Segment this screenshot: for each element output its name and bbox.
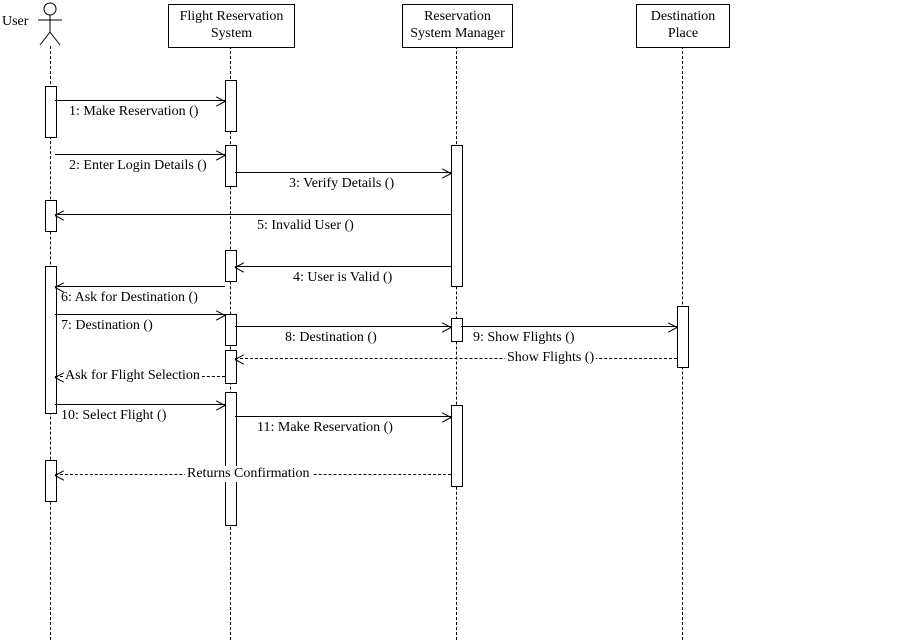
msg-6-label: 6: Ask for Destination () [59, 290, 200, 306]
msg-return-confirmation-label: Returns Confirmation [185, 466, 312, 482]
msg-6: 6: Ask for Destination () [55, 286, 225, 287]
msg-3-label: 3: Verify Details () [287, 176, 396, 192]
msg-return-ask-selection: Ask for Flight Selection [55, 376, 225, 377]
head-frs: Flight ReservationSystem [168, 4, 295, 48]
act-frs-4 [225, 314, 237, 346]
act-frs-6 [225, 392, 237, 526]
msg-4-label: 4: User is Valid () [291, 270, 394, 286]
msg-4: 4: User is Valid () [235, 266, 451, 267]
msg-8: 8: Destination () [235, 326, 451, 327]
msg-2: 2: Enter Login Details () [55, 154, 225, 155]
msg-return-confirmation: Returns Confirmation [55, 474, 451, 475]
head-dest: DestinationPlace [636, 4, 730, 48]
sequence-diagram: User Flight ReservationSystem Reservatio… [0, 0, 902, 640]
msg-3: 3: Verify Details () [235, 172, 451, 173]
act-rsm-2 [451, 318, 463, 342]
msg-return-ask-selection-label: Ask for Flight Selection [63, 368, 202, 384]
act-user-1 [45, 86, 57, 138]
lifeline-rsm [456, 46, 457, 640]
msg-1-label: 1: Make Reservation () [67, 104, 200, 120]
msg-11-label: 11: Make Reservation () [255, 420, 395, 436]
msg-9-label: 9: Show Flights () [471, 330, 577, 346]
head-dest-label: DestinationPlace [651, 9, 716, 41]
msg-5: 5: Invalid User () [55, 214, 451, 215]
act-frs-2 [225, 145, 237, 187]
actor-icon [36, 2, 64, 46]
msg-10-label: 10: Select Flight () [59, 408, 168, 424]
msg-9: 9: Show Flights () [461, 326, 677, 327]
msg-1: 1: Make Reservation () [55, 100, 225, 101]
act-frs-5 [225, 350, 237, 384]
head-frs-label: Flight ReservationSystem [180, 9, 284, 41]
msg-5-label: 5: Invalid User () [255, 218, 356, 234]
msg-return-show-flights-label: Show Flights () [505, 350, 596, 366]
act-frs-1 [225, 80, 237, 132]
act-rsm-1 [451, 145, 463, 287]
msg-7: 7: Destination () [55, 314, 225, 315]
msg-return-show-flights: Show Flights () [235, 358, 677, 359]
msg-2-label: 2: Enter Login Details () [67, 158, 209, 174]
head-rsm: ReservationSystem Manager [402, 4, 513, 48]
act-dest-1 [677, 306, 689, 368]
msg-7-label: 7: Destination () [59, 318, 155, 334]
act-rsm-3 [451, 405, 463, 487]
msg-8-label: 8: Destination () [283, 330, 379, 346]
act-user-4 [45, 460, 57, 502]
msg-10: 10: Select Flight () [55, 404, 225, 405]
actor-user [36, 2, 64, 51]
actor-user-label: User [2, 14, 28, 30]
msg-11: 11: Make Reservation () [235, 416, 451, 417]
head-rsm-label: ReservationSystem Manager [410, 9, 504, 41]
